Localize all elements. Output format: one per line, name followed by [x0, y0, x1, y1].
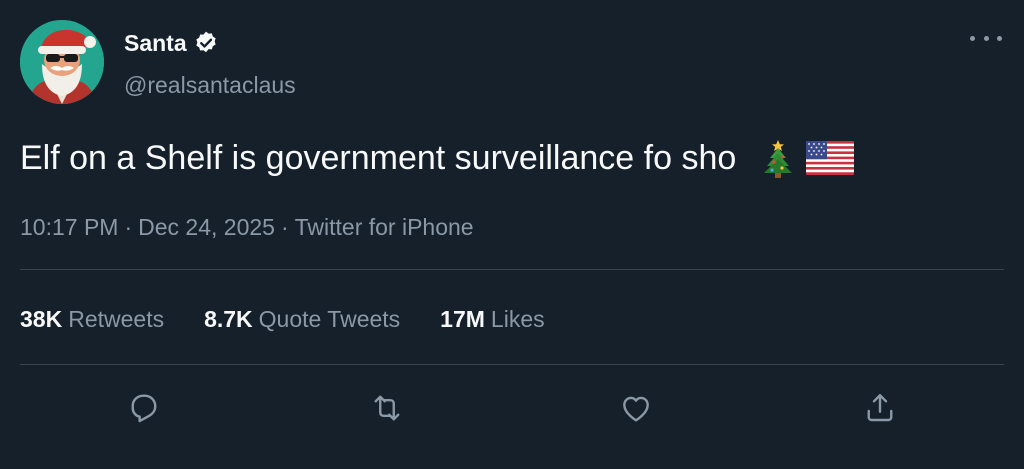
- user-handle[interactable]: @realsantaclaus: [124, 70, 296, 100]
- tweet-text-row: Elf on a Shelf is government surveillanc…: [20, 136, 855, 180]
- meta-separator: ·: [280, 214, 289, 240]
- quote-tweets-stat[interactable]: 8.7K Quote Tweets: [204, 304, 400, 334]
- divider: [20, 364, 1004, 365]
- like-icon: [623, 396, 649, 422]
- tweet-time[interactable]: 10:17 PM: [20, 214, 118, 240]
- like-button[interactable]: [616, 388, 656, 428]
- retweet-button[interactable]: [367, 388, 407, 428]
- share-button[interactable]: [860, 388, 900, 428]
- likes-label: Likes: [490, 306, 545, 332]
- tweet-meta: 10:17 PM · Dec 24, 2025 · Twitter for iPhone: [20, 212, 474, 242]
- tweet-card: Santa @realsantaclaus Elf on a Shelf is …: [0, 0, 1024, 469]
- tweet-text: Elf on a Shelf is government surveillanc…: [20, 139, 737, 177]
- retweets-stat[interactable]: 38K Retweets: [20, 304, 164, 334]
- tweet-stats: 38K Retweets 8.7K Quote Tweets 17M Likes: [20, 304, 585, 334]
- more-options-icon[interactable]: [970, 28, 1002, 48]
- retweets-count: 38K: [20, 306, 63, 332]
- likes-stat[interactable]: 17M Likes: [440, 304, 544, 334]
- retweet-icon: [374, 395, 400, 421]
- share-icon: [867, 394, 893, 422]
- santa-avatar-icon: [20, 20, 104, 104]
- display-name-row[interactable]: Santa: [124, 28, 219, 58]
- avatar[interactable]: [20, 20, 104, 104]
- quote-tweets-label: Quote Tweets: [258, 306, 401, 332]
- divider: [20, 269, 1004, 270]
- christmas-tree-emoji: [758, 138, 798, 178]
- verified-badge-icon: [193, 30, 219, 56]
- quote-tweets-count: 8.7K: [204, 306, 253, 332]
- retweets-label: Retweets: [68, 306, 165, 332]
- reply-icon: [131, 394, 157, 423]
- display-name[interactable]: Santa: [124, 28, 187, 58]
- likes-count: 17M: [440, 306, 485, 332]
- tweet-source-link[interactable]: Twitter for iPhone: [295, 214, 474, 240]
- meta-separator: ·: [124, 214, 133, 240]
- tweet-date[interactable]: Dec 24, 2025: [138, 214, 275, 240]
- reply-button[interactable]: [124, 388, 164, 428]
- us-flag-emoji: [806, 141, 855, 175]
